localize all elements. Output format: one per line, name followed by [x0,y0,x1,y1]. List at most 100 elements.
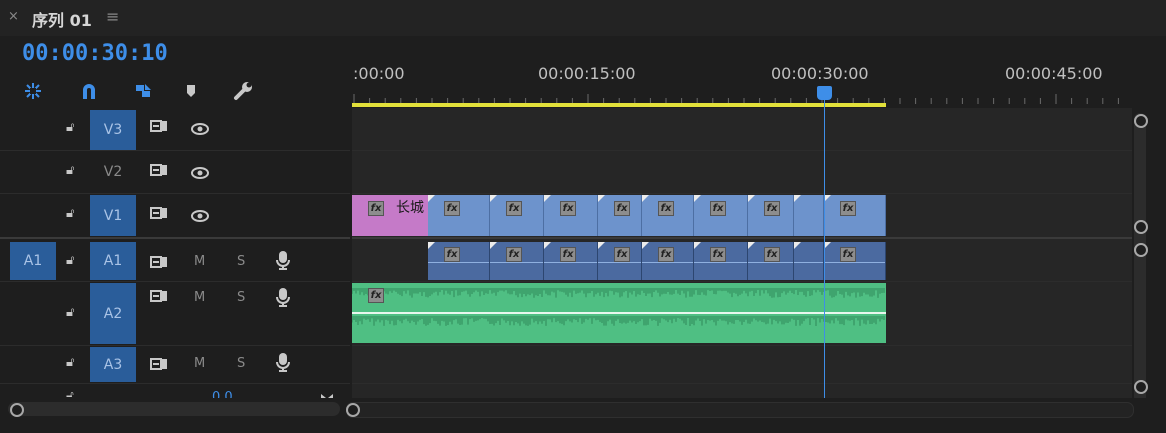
volume-rubberband[interactable] [598,262,641,263]
lock-icon[interactable]: 🔓︎ [66,206,74,221]
mute-button[interactable]: M [194,290,205,305]
video-clip[interactable]: fx [824,195,886,236]
track-target-v3[interactable]: V3 [90,110,136,150]
linked-selection-icon[interactable] [130,78,156,104]
fx-badge: fx [658,201,674,216]
title-clip[interactable]: fx 长城 [352,195,429,236]
audio-clip-a1[interactable]: fx [598,242,642,280]
track-target-v2[interactable]: V2 [90,152,136,192]
fx-badge: fx [506,247,522,262]
track-target-a1[interactable]: A1 [90,242,136,280]
audio-clip-a1[interactable]: fx [490,242,544,280]
video-audio-divider[interactable] [352,237,1132,239]
audio-zoom-handle-top[interactable] [1134,243,1148,257]
lock-icon[interactable]: 🔓︎ [66,253,74,268]
solo-button[interactable]: S [237,254,245,269]
video-clip[interactable]: fx [694,195,748,236]
transition-marker [694,242,701,249]
transition-marker [598,195,605,202]
audio-zoom-handle-bottom[interactable] [1134,380,1148,394]
track-divider [352,383,1132,384]
timeline-zoom-handle[interactable] [346,403,360,417]
lock-icon[interactable]: 🔓︎ [66,305,74,320]
eye-icon[interactable] [191,164,209,183]
audio-clip-a1[interactable]: fx [428,242,490,280]
sequence-tab-title[interactable]: 序列 01 [32,7,92,31]
audio-clip-a1[interactable]: fx [694,242,748,280]
track-target-a2[interactable]: A2 [90,283,136,344]
sync-lock-icon[interactable] [150,288,168,307]
mute-button[interactable]: M [194,356,205,371]
video-zoom-handle-top[interactable] [1134,114,1148,128]
video-clip[interactable]: fx [642,195,694,236]
volume-rubberband[interactable] [490,262,543,263]
video-clip[interactable] [794,195,824,236]
transition-marker [544,195,551,202]
video-clip[interactable]: fx [544,195,598,236]
fx-badge: fx [444,201,460,216]
video-audio-divider[interactable] [0,237,350,239]
title-clip-label: 长城 [396,200,424,216]
video-zoom-handle-bottom[interactable] [1134,220,1148,234]
playhead-line[interactable] [824,92,825,400]
snap-icon[interactable] [76,78,102,104]
audio-clip-a1[interactable]: fx [544,242,598,280]
timeline-horizontal-scrollbar[interactable] [346,402,1134,418]
track-target-a3[interactable]: A3 [90,347,136,382]
sync-lock-icon[interactable] [150,356,168,375]
nest-sequence-icon[interactable] [20,78,46,104]
transition-marker [428,195,435,202]
solo-button[interactable]: S [237,290,245,305]
timeline-settings-icon[interactable] [230,78,256,104]
fx-badge: fx [614,201,630,216]
audio-clip-a1[interactable]: fx [824,242,886,280]
playhead-handle[interactable] [817,86,832,100]
microphone-icon[interactable] [276,352,290,376]
microphone-icon[interactable] [276,287,290,311]
track-target-v1[interactable]: V1 [90,195,136,236]
audio-clip-a1[interactable]: fx [748,242,794,280]
lock-icon[interactable]: 🔓︎ [66,388,74,397]
master-volume-value[interactable]: 0.0 [212,390,233,398]
fx-badge: fx [764,247,780,262]
close-icon[interactable]: × [8,9,19,24]
audio-clip-a1[interactable] [794,242,824,280]
volume-rubberband[interactable] [642,262,693,263]
sync-lock-icon[interactable] [150,162,168,181]
work-area-bar[interactable] [352,103,886,107]
video-clip[interactable]: fx [748,195,794,236]
audio-clip-a2[interactable]: fx [352,283,886,343]
video-clip[interactable]: fx [490,195,544,236]
sync-lock-icon[interactable] [150,118,168,137]
header-scroll-handle[interactable] [10,403,24,417]
transition-marker [642,242,649,249]
audio-clip-a1[interactable]: fx [642,242,694,280]
volume-rubberband[interactable] [824,262,885,263]
volume-rubberband[interactable] [794,262,823,263]
volume-rubberband[interactable] [428,262,489,263]
volume-rubberband[interactable] [748,262,793,263]
header-horizontal-scrollbar[interactable] [8,402,340,416]
sync-lock-icon[interactable] [150,205,168,224]
panel-menu-icon[interactable]: ≡ [106,7,119,26]
solo-button[interactable]: S [237,356,245,371]
sync-lock-icon[interactable] [150,254,168,273]
playhead-timecode[interactable]: 00:00:30:10 [22,41,168,66]
lock-icon[interactable]: 🔓︎ [66,120,74,135]
eye-icon[interactable] [191,207,209,226]
source-patch-a1[interactable]: A1 [10,242,56,280]
fx-badge: fx [840,201,856,216]
add-marker-icon[interactable] [178,78,204,104]
video-clip[interactable]: fx [428,195,490,236]
volume-rubberband[interactable] [544,262,597,263]
video-clip[interactable]: fx [598,195,642,236]
eye-icon[interactable] [191,120,209,139]
microphone-icon[interactable] [276,250,290,274]
lock-icon[interactable]: 🔓︎ [66,355,74,370]
vertical-scroll-track[interactable] [1134,113,1146,403]
lock-icon[interactable]: 🔓︎ [66,163,74,178]
volume-rubberband[interactable] [694,262,747,263]
fx-badge: fx [614,247,630,262]
track-divider [0,193,350,194]
mute-button[interactable]: M [194,254,205,269]
